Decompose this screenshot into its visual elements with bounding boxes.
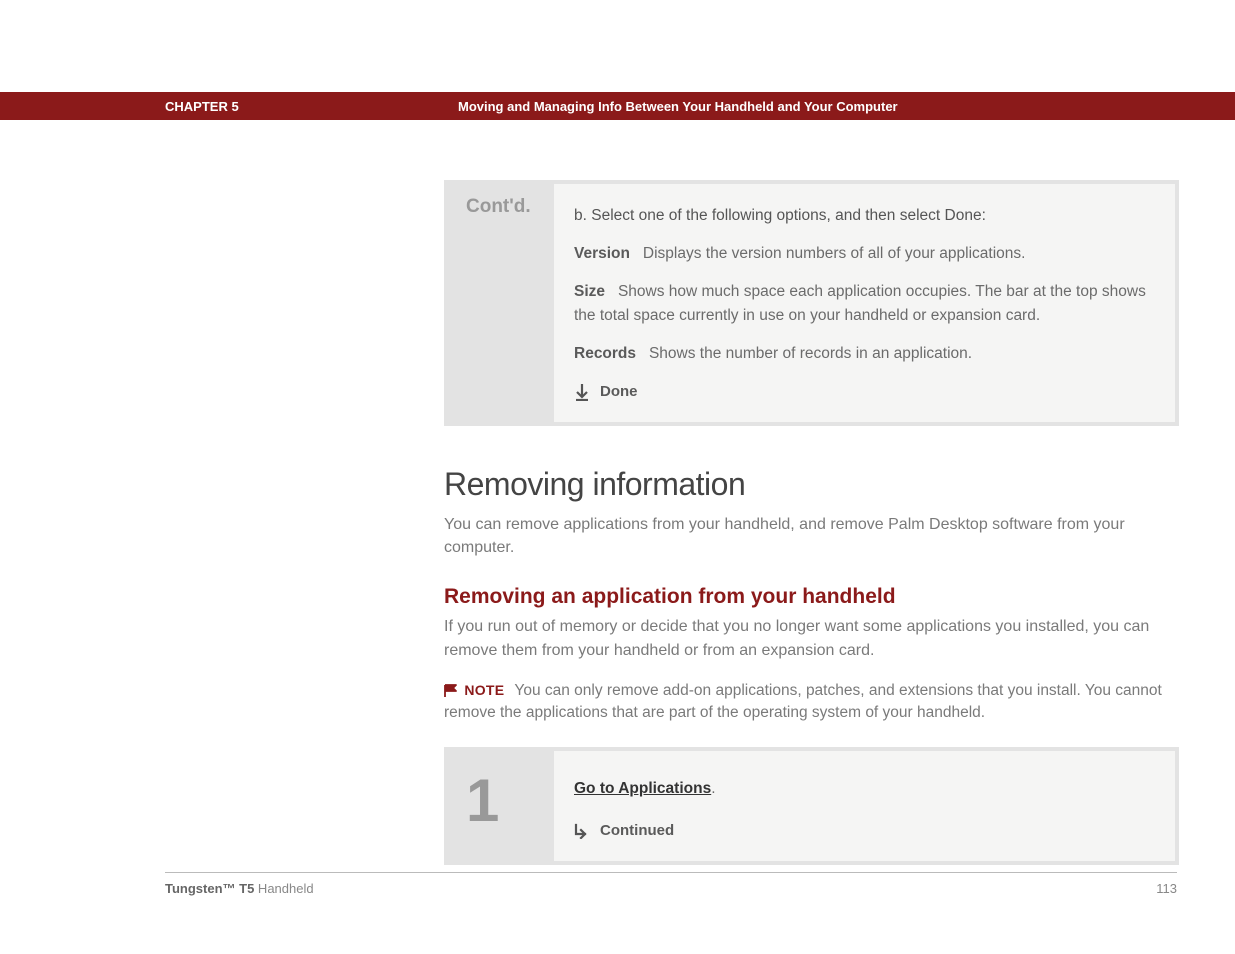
note-flag-icon bbox=[444, 680, 460, 702]
footer-product-rest: Handheld bbox=[254, 881, 313, 896]
footer-product-bold: Tungsten™ T5 bbox=[165, 881, 254, 896]
link-suffix: . bbox=[711, 780, 715, 797]
contd-label: Cont'd. bbox=[448, 184, 554, 422]
step-number-1: 1 bbox=[448, 751, 554, 861]
go-to-applications-link[interactable]: Go to Applications bbox=[574, 780, 711, 797]
done-label: Done bbox=[600, 380, 638, 403]
arrow-down-done-icon bbox=[574, 380, 590, 404]
section-body: You can remove applications from your ha… bbox=[444, 513, 1179, 559]
chapter-header-bar: CHAPTER 5 Moving and Managing Info Betwe… bbox=[0, 92, 1235, 120]
contd-lead-text: b. Select one of the following options, … bbox=[574, 204, 1151, 228]
subsection-heading: Removing an application from your handhe… bbox=[444, 585, 1179, 609]
option-size-desc: Shows how much space each application oc… bbox=[574, 283, 1146, 324]
chapter-title: Moving and Managing Info Between Your Ha… bbox=[458, 99, 898, 114]
note-label: NOTE bbox=[464, 682, 504, 698]
chapter-number: CHAPTER 5 bbox=[165, 99, 239, 114]
note-body-text: You can only remove add-on applications,… bbox=[444, 682, 1162, 721]
section-heading: Removing information bbox=[444, 466, 1179, 503]
page-footer: Tungsten™ T5 Handheld 113 bbox=[165, 872, 1177, 896]
step-1-box: 1 Go to Applications. Continued bbox=[444, 747, 1179, 865]
option-records: Records Shows the number of records in a… bbox=[574, 342, 1151, 366]
step-1-content: Go to Applications. Continued bbox=[554, 751, 1175, 861]
continued-row: Continued bbox=[574, 819, 1151, 843]
option-version-desc: Displays the version numbers of all of y… bbox=[643, 245, 1026, 262]
contd-content: b. Select one of the following options, … bbox=[554, 184, 1175, 422]
option-size-label: Size bbox=[574, 283, 605, 300]
option-version-label: Version bbox=[574, 245, 630, 262]
option-size: Size Shows how much space each applicati… bbox=[574, 280, 1151, 328]
page-content: Cont'd. b. Select one of the following o… bbox=[444, 180, 1179, 905]
note-paragraph: NOTEYou can only remove add-on applicati… bbox=[444, 680, 1179, 725]
contd-step-box: Cont'd. b. Select one of the following o… bbox=[444, 180, 1179, 426]
option-records-desc: Shows the number of records in an applic… bbox=[649, 345, 972, 362]
subsection-body: If you run out of memory or decide that … bbox=[444, 615, 1179, 661]
footer-product-name: Tungsten™ T5 Handheld bbox=[165, 881, 314, 896]
footer-page-number: 113 bbox=[1156, 881, 1177, 896]
done-row: Done bbox=[574, 380, 1151, 404]
continued-label: Continued bbox=[600, 819, 674, 842]
option-version: Version Displays the version numbers of … bbox=[574, 242, 1151, 266]
option-records-label: Records bbox=[574, 345, 636, 362]
arrow-continued-icon bbox=[574, 819, 590, 843]
